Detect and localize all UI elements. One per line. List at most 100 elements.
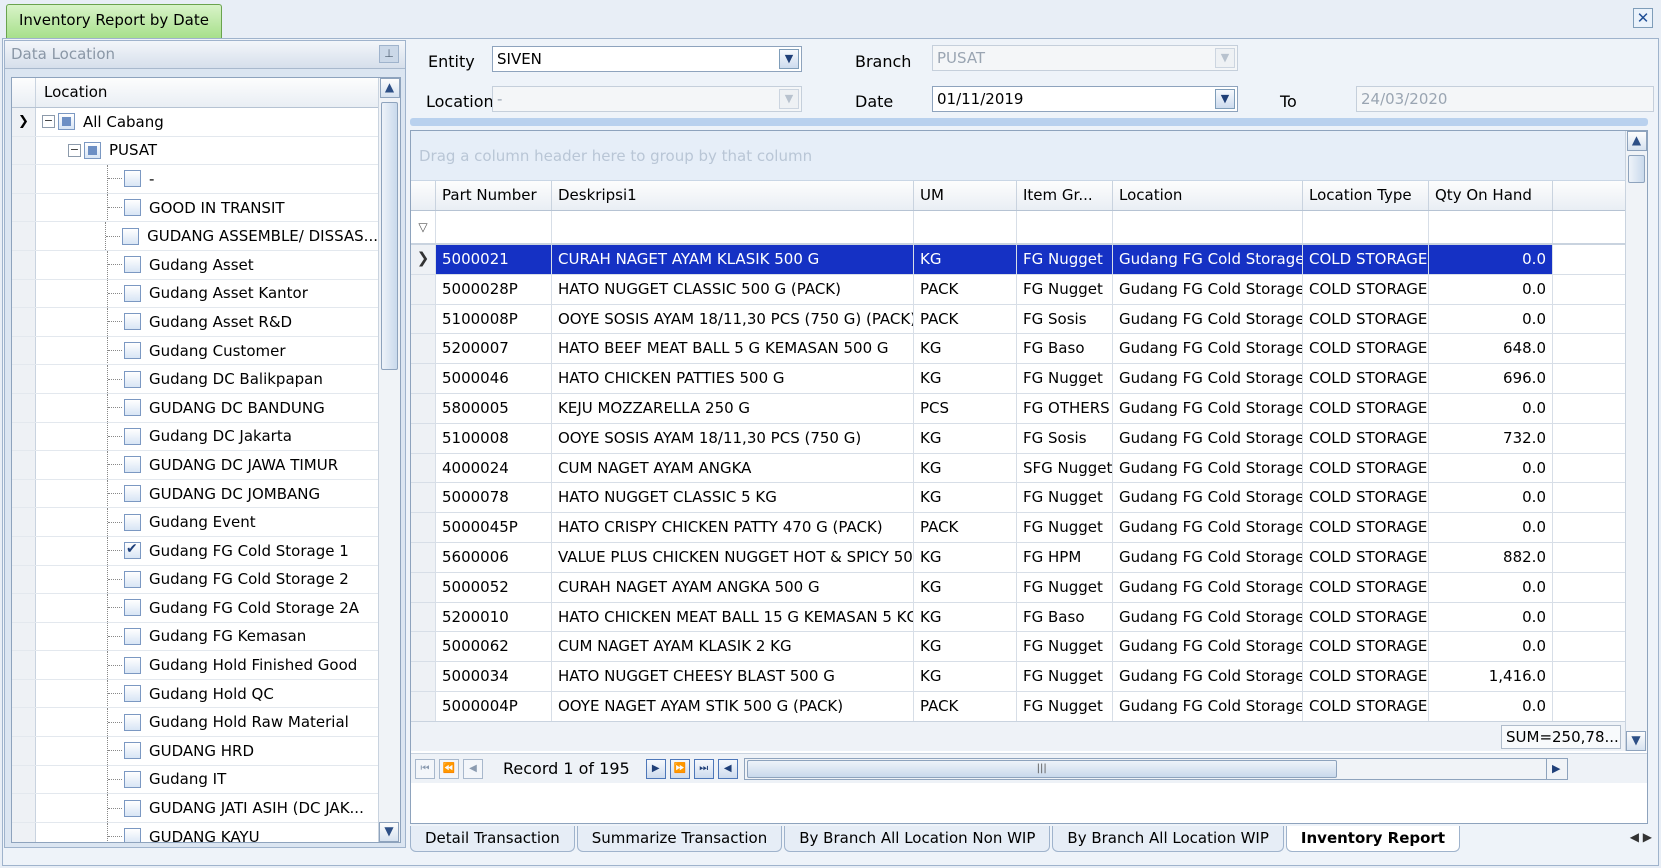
location-checkbox[interactable] [124,541,141,560]
table-cell[interactable]: Gudang FG Cold Storage 1 [1113,513,1303,542]
location-checkbox[interactable] [124,685,141,703]
table-cell[interactable]: COLD STORAGE [1303,483,1429,513]
close-icon[interactable]: ✕ [1633,8,1653,28]
table-row[interactable]: 5600006 VALUE PLUS CHICKEN NUGGET HOT & S… [411,542,1647,573]
table-cell[interactable]: 732.0 [1429,423,1553,453]
grid-vertical-scrollbar[interactable]: ▲ ▼ [1625,131,1647,751]
table-cell[interactable]: COLD STORAGE [1303,423,1429,453]
table-cell[interactable]: KG [914,334,1017,364]
table-cell[interactable]: FG Baso [1017,334,1113,364]
location-checkbox[interactable] [124,770,141,788]
table-cell[interactable]: FG Nugget [1017,572,1113,602]
column-filter-cell[interactable] [1113,211,1303,243]
tree-row-location[interactable]: GUDANG DC JAWA TIMUR [12,451,378,480]
prev-record-icon[interactable]: ◀ [463,758,483,779]
location-column-header[interactable]: Location [36,78,400,107]
table-cell[interactable]: 0.0 [1429,483,1553,513]
table-cell[interactable]: Gudang FG Cold Storage 1 [1113,572,1303,602]
column-header[interactable]: UM [914,181,1017,210]
table-cell[interactable]: PACK [914,513,1017,542]
table-cell[interactable]: 0.0 [1429,453,1553,483]
table-cell[interactable]: CUM NAGET AYAM KLASIK 2 KG [552,632,914,662]
table-cell[interactable]: PCS [914,393,1017,423]
date-picker[interactable]: 01/11/2019 ▼ [932,86,1238,112]
table-cell[interactable]: 5000028P [436,274,552,304]
table-cell[interactable]: FG Nugget [1017,274,1113,304]
tree-row-location[interactable]: GUDANG ASSEMBLE/ DISSAS... [12,222,378,251]
table-row[interactable]: 5000028P HATO NUGGET CLASSIC 500 G (PACK)… [411,274,1647,305]
table-row[interactable]: 5200007 HATO BEEF MEAT BALL 5 G KEMASAN 5… [411,334,1647,365]
table-cell[interactable]: PACK [914,691,1017,721]
table-cell[interactable]: OOYE SOSIS AYAM 18/11,30 PCS (750 G) [552,423,914,453]
tab-scroll-arrows-icon[interactable]: ◀ ▶ [1630,830,1652,844]
table-cell[interactable]: COLD STORAGE [1303,304,1429,334]
table-cell[interactable]: 5100008 [436,423,552,453]
column-filter-cell[interactable] [1429,211,1553,243]
table-cell[interactable]: 696.0 [1429,364,1553,393]
table-cell[interactable]: FG Nugget [1017,691,1113,721]
to-date-picker[interactable]: 24/03/2020 [1356,86,1654,112]
table-cell[interactable]: 0.0 [1429,572,1553,602]
location-checkbox[interactable] [124,656,141,674]
table-cell[interactable]: KG [914,245,1017,274]
table-row[interactable]: 5000034 HATO NUGGET CHEESY BLAST 500 G KG F… [411,662,1647,692]
table-cell[interactable]: 0.0 [1429,245,1553,274]
table-cell[interactable]: KEJU MOZZARELLA 250 G [552,393,914,423]
location-checkbox[interactable] [124,799,141,817]
tab-report[interactable]: Detail Transaction [410,826,575,852]
collapse-icon[interactable]: − [42,115,55,129]
location-checkbox[interactable] [124,370,141,388]
scroll-down-icon[interactable]: ▼ [1626,731,1646,751]
table-cell[interactable]: FG Nugget [1017,513,1113,542]
tab-report[interactable]: Summarize Transaction [576,826,783,852]
location-checkbox[interactable] [124,427,141,445]
table-cell[interactable]: KG [914,542,1017,572]
tree-row-location[interactable]: - [12,165,378,194]
table-cell[interactable]: 5200010 [436,602,552,632]
table-cell[interactable]: CUM NAGET AYAM ANGKA [552,453,914,483]
tree-row-pusat[interactable]: − PUSAT [12,136,378,166]
location-checkbox[interactable] [124,399,141,417]
table-cell[interactable]: 5000046 [436,364,552,393]
table-cell[interactable]: 5000052 [436,572,552,602]
column-filter-cell[interactable] [436,211,552,243]
first-record-icon[interactable]: ⏮ [415,758,435,779]
tree-row-location[interactable]: Gudang FG Cold Storage 2 [12,565,378,595]
location-checkbox[interactable] [124,284,141,302]
column-header[interactable]: Deskripsi1 [552,181,914,210]
table-cell[interactable]: 5000062 [436,632,552,662]
table-cell[interactable]: Gudang FG Cold Storage 1 [1113,542,1303,572]
table-cell[interactable]: 5000021 [436,245,552,274]
location-checkbox[interactable] [124,199,141,217]
table-cell[interactable]: 0.0 [1429,632,1553,662]
location-checkbox[interactable] [124,713,141,731]
table-cell[interactable]: COLD STORAGE [1303,453,1429,483]
scroll-thumb[interactable] [1628,155,1645,183]
table-cell[interactable]: 0.0 [1429,393,1553,423]
table-cell[interactable]: Gudang FG Cold Storage 1 [1113,393,1303,423]
table-cell[interactable]: KG [914,483,1017,513]
table-cell[interactable]: COLD STORAGE [1303,542,1429,572]
table-cell[interactable]: 5600006 [436,542,552,572]
tree-row-location[interactable]: GOOD IN TRANSIT [12,193,378,223]
table-cell[interactable]: FG Nugget [1017,632,1113,662]
table-cell[interactable]: Gudang FG Cold Storage 1 [1113,632,1303,662]
table-row[interactable]: 5000046 HATO CHICKEN PATTIES 500 G KG FG Nu… [411,364,1647,394]
table-cell[interactable]: OOYE SOSIS AYAM 18/11,30 PCS (750 G) (PA… [552,304,914,334]
table-cell[interactable]: HATO BEEF MEAT BALL 5 G KEMASAN 500 G [552,334,914,364]
table-cell[interactable]: FG Sosis [1017,423,1113,453]
table-row[interactable]: 5000062 CUM NAGET AYAM KLASIK 2 KG KG FG Nu… [411,632,1647,663]
table-cell[interactable]: COLD STORAGE [1303,364,1429,393]
table-cell[interactable]: Gudang FG Cold Storage 1 [1113,691,1303,721]
column-header[interactable]: Location [1113,181,1303,210]
scroll-up-icon[interactable]: ▲ [379,78,400,98]
column-header[interactable]: Part Number [436,181,552,210]
table-cell[interactable]: Gudang FG Cold Storage 1 [1113,334,1303,364]
table-cell[interactable]: FG Nugget [1017,483,1113,513]
column-filter-cell[interactable] [914,211,1017,243]
table-cell[interactable]: COLD STORAGE [1303,662,1429,691]
table-cell[interactable]: 5000045P [436,513,552,542]
column-header[interactable]: Item Gr... [1017,181,1113,210]
chevron-down-icon[interactable]: ▼ [779,49,799,69]
table-cell[interactable]: Gudang FG Cold Storage 1 [1113,662,1303,691]
